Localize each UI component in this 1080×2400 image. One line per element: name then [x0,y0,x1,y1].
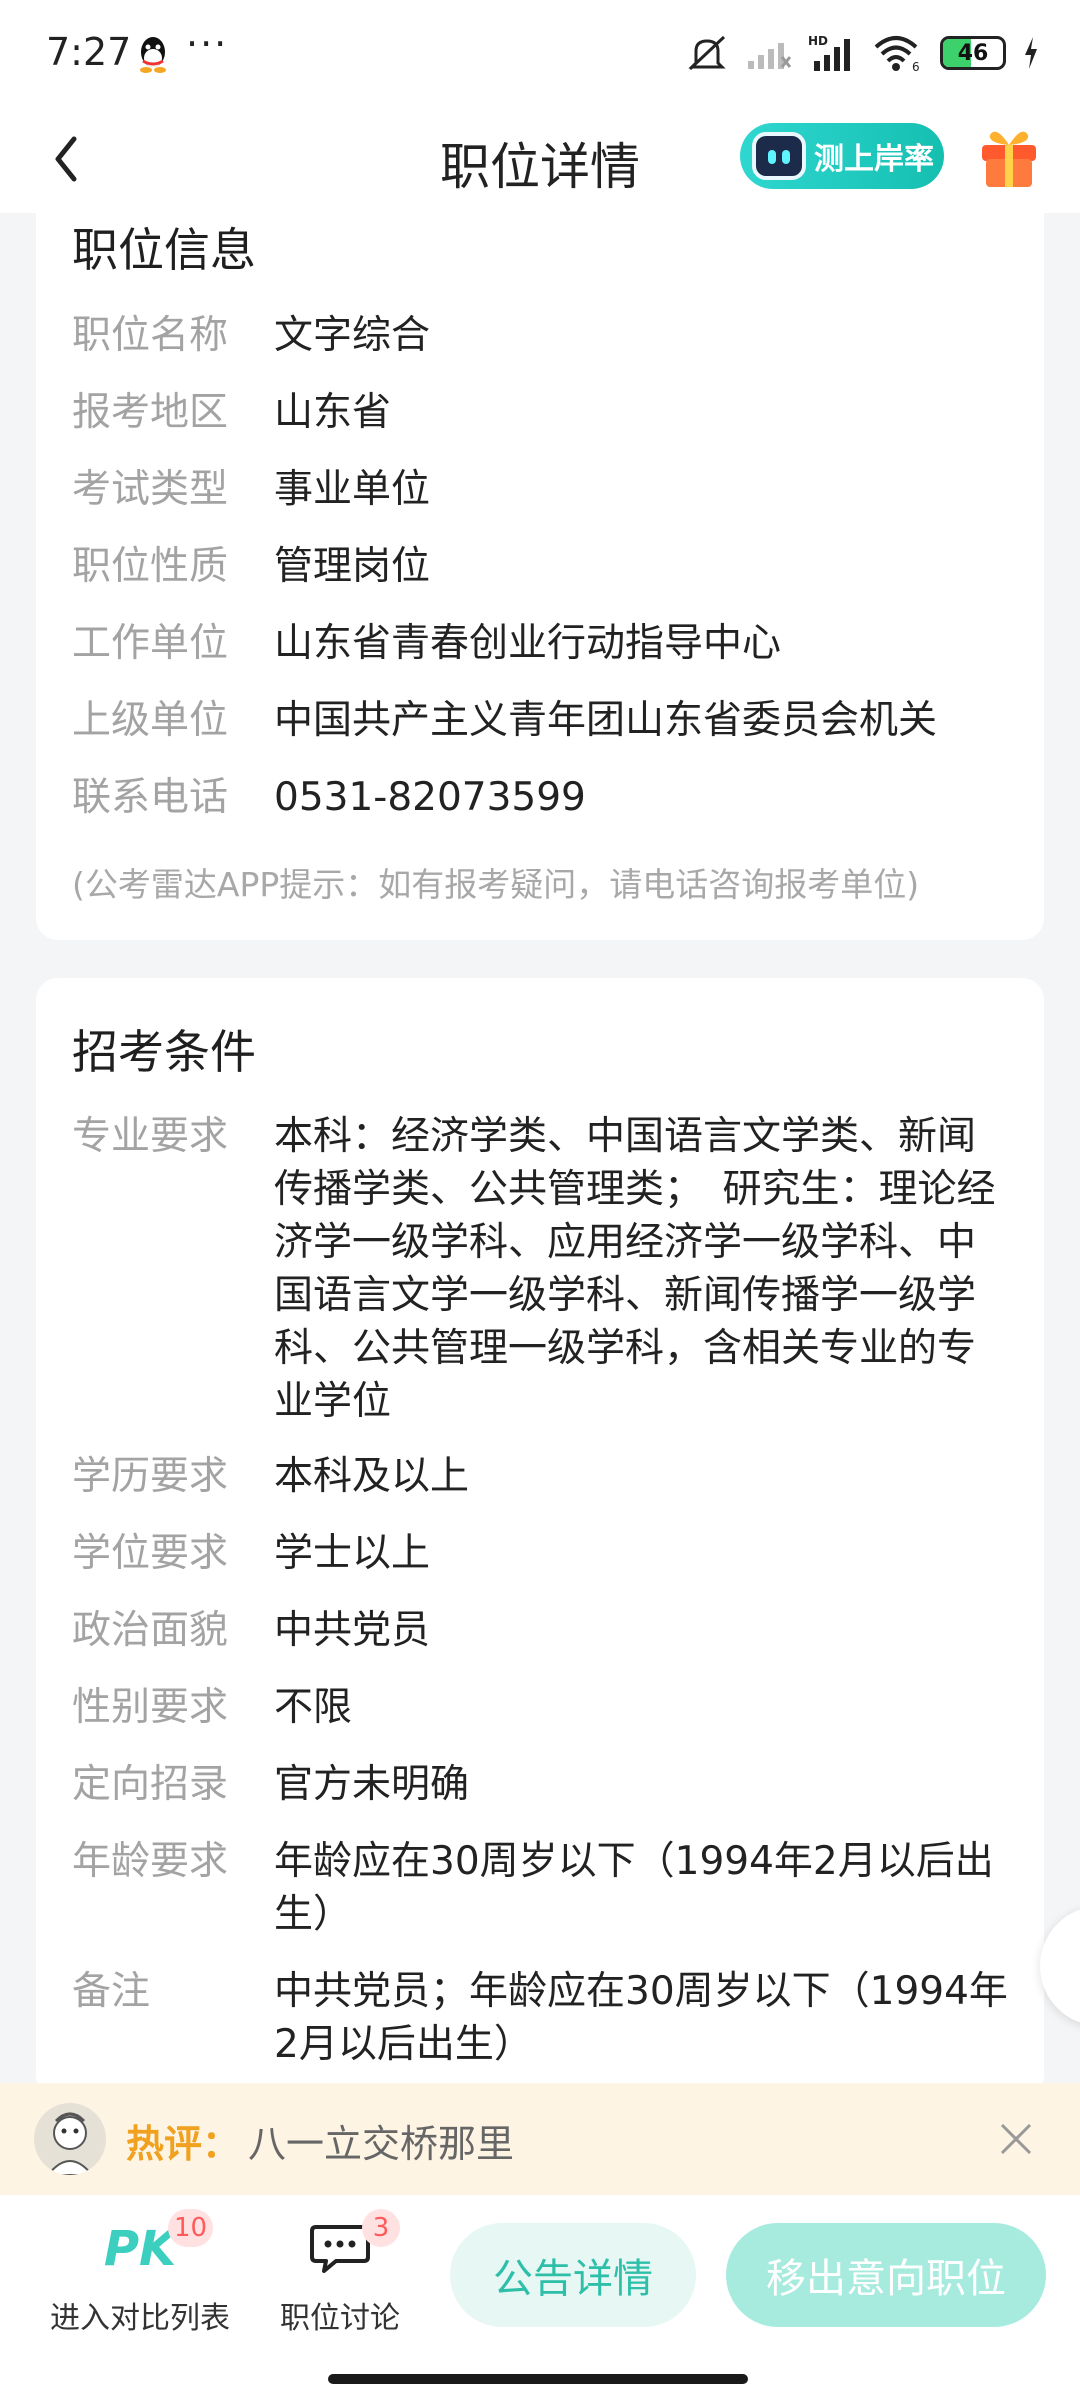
requirement-row: 政治面貌 中共党员 [72,1604,1014,1657]
info-row: 联系电话 0531-82073599 [72,771,1014,824]
requirement-row: 年龄要求 年龄应在30周岁以下（1994年2月以后出生） [72,1835,1014,1941]
requirement-value: 中共党员；年龄应在30周岁以下（1994年2月以后出生） [274,1969,1008,2067]
info-label: 联系电话 [72,775,229,820]
info-value: 管理岗位 [274,544,431,589]
hot-comment-label: 热评： [126,2122,241,2166]
requirement-label: 性别要求 [72,1685,229,1730]
chat-icon [310,2225,370,2273]
gift-icon[interactable] [976,119,1042,191]
info-label: 职位性质 [72,544,229,589]
requirement-row: 定向招录 官方未明确 [72,1758,1014,1811]
requirements-card: 招考条件 专业要求 本科：经济学类、中国语言文学类、新闻传播学类、公共管理类； … [36,978,1044,2098]
requirement-label: 学位要求 [72,1531,229,1576]
avatar-icon [46,2112,94,2175]
position-info-card: 职位信息 职位名称 文字综合 报考地区 山东省 考试类型 事业单位 职位性质 管… [36,200,1044,940]
info-row: 考试类型 事业单位 [72,463,1014,516]
svg-text:HD: HD [808,34,828,48]
charging-icon [1025,37,1037,69]
compare-count-badge: 10 [168,2209,214,2247]
more-dots-icon: ··· [186,22,229,66]
discussion-label: 职位讨论 [280,2301,400,2336]
app-hint: (公考雷达APP提示：如有报考疑问，请电话咨询报考单位) [72,865,920,904]
info-label: 工作单位 [72,621,229,666]
requirement-label: 专业要求 [72,1114,229,1159]
requirement-label: 年龄要求 [72,1839,229,1884]
requirement-row: 专业要求 本科：经济学类、中国语言文学类、新闻传播学类、公共管理类； 研究生：理… [72,1110,1014,1428]
status-bar: 7:27 ··· HD 6 46 [0,0,1080,105]
nav-bar: 职位详情 测上岸率 [0,105,1080,213]
pass-rate-button[interactable]: 测上岸率 [740,123,944,189]
requirement-value: 本科：经济学类、中国语言文学类、新闻传播学类、公共管理类； 研究生：理论经济学一… [274,1114,996,1424]
status-icons: HD 6 46 [684,30,1040,76]
info-value: 文字综合 [274,313,431,358]
info-row: 报考地区 山东省 [72,386,1014,439]
requirements-title: 招考条件 [72,1025,256,1079]
compare-list-label: 进入对比列表 [50,2301,230,2336]
mute-icon [688,35,726,71]
close-icon[interactable] [996,2119,1036,2159]
requirement-row: 学位要求 学士以上 [72,1527,1014,1580]
requirement-row: 性别要求 不限 [72,1681,1014,1734]
home-indicator[interactable] [328,2374,748,2384]
requirement-value: 不限 [274,1685,353,1730]
requirement-value: 年龄应在30周岁以下（1994年2月以后出生） [274,1839,994,1937]
hot-comment-bar[interactable]: 热评： 八一立交桥那里 [0,2083,1080,2195]
remove-from-favorites-button[interactable]: 移出意向职位 [726,2223,1046,2327]
requirement-label: 备注 [72,1969,151,2014]
requirement-label: 定向招录 [72,1762,229,1807]
requirement-row: 备注 中共党员；年龄应在30周岁以下（1994年2月以后出生） [72,1965,1014,2071]
robot-icon [752,132,806,180]
info-row: 职位性质 管理岗位 [72,540,1014,593]
hd-signal-icon: HD [808,34,850,71]
phone-number[interactable]: 0531-82073599 [274,771,1014,824]
status-time: 7:27 [46,30,132,74]
requirement-value: 官方未明确 [274,1762,470,1807]
info-value: 山东省青春创业行动指导中心 [274,621,782,666]
info-label: 职位名称 [72,313,229,358]
discussion-count-badge: 3 [362,2209,400,2247]
info-value: 山东省 [274,390,392,435]
avatar [34,2103,106,2175]
requirement-value: 学士以上 [274,1531,431,1576]
requirement-label: 政治面貌 [72,1608,229,1653]
requirement-row: 学历要求 本科及以上 [72,1450,1014,1503]
info-value: 事业单位 [274,467,431,512]
qq-icon [140,37,166,73]
requirement-label: 学历要求 [72,1454,229,1499]
pk-icon: PK [103,2221,177,2277]
info-row: 工作单位 山东省青春创业行动指导中心 [72,617,1014,670]
position-info-title: 职位信息 [72,223,256,277]
info-label: 报考地区 [72,390,229,435]
info-label: 考试类型 [72,467,229,512]
svg-text:6: 6 [912,60,920,73]
compare-list-button[interactable]: PK 10 进入对比列表 [40,2209,240,2337]
battery-level: 46 [957,40,989,66]
notice-details-button[interactable]: 公告详情 [450,2223,696,2327]
info-row: 职位名称 文字综合 [72,309,1014,362]
info-value: 中国共产主义青年团山东省委员会机关 [274,698,938,743]
requirement-value: 中共党员 [274,1608,431,1653]
battery-icon: 46 [940,36,1006,70]
info-label: 上级单位 [72,698,229,743]
discussion-button[interactable]: 3 职位讨论 [260,2209,420,2337]
requirement-value: 本科及以上 [274,1454,470,1499]
signal-icon [748,43,792,69]
wifi-icon: 6 [874,36,920,73]
floating-side-button[interactable] [1040,1906,1080,2026]
bottom-action-bar: PK 10 进入对比列表 3 职位讨论 公告详情 移出意向职位 [0,2195,1080,2400]
info-row: 上级单位 中国共产主义青年团山东省委员会机关 [72,694,1014,747]
pass-rate-label: 测上岸率 [814,142,934,177]
hot-comment-text: 八一立交桥那里 [248,2122,515,2166]
